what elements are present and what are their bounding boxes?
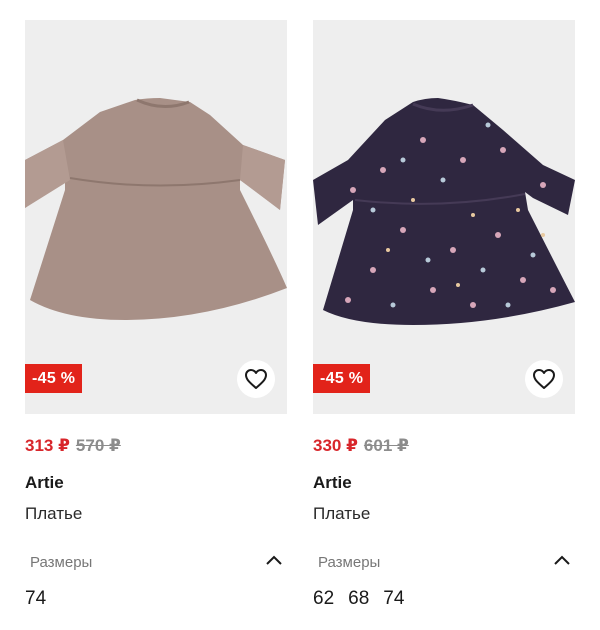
- product-type[interactable]: Платье: [313, 504, 370, 524]
- size-list: 62 68 74: [313, 588, 404, 610]
- chevron-up-icon: [266, 555, 282, 565]
- sizes-label: Размеры: [318, 554, 381, 571]
- sizes-label: Размеры: [30, 554, 93, 571]
- favorite-button[interactable]: [237, 360, 275, 398]
- product-photo[interactable]: -45 %: [25, 20, 287, 414]
- brand-name[interactable]: Artie: [25, 473, 64, 493]
- current-price: 330 ₽: [313, 436, 358, 455]
- old-price: 601 ₽: [363, 436, 409, 455]
- size-option[interactable]: 62: [313, 588, 334, 610]
- size-list: 74: [25, 588, 46, 610]
- price-row: 313 ₽ 570 ₽: [25, 436, 121, 456]
- discount-badge: -45 %: [313, 364, 371, 393]
- old-price: 570 ₽: [75, 436, 121, 455]
- product-card[interactable]: -45 % 313 ₽ 570 ₽ Artie Платье Размеры 74: [25, 20, 287, 609]
- dress-image: [25, 98, 287, 320]
- product-type[interactable]: Платье: [25, 504, 82, 524]
- heart-icon: [245, 369, 267, 389]
- current-price: 313 ₽: [25, 436, 70, 455]
- size-option[interactable]: 74: [25, 588, 46, 610]
- product-card[interactable]: -45 % 330 ₽ 601 ₽ Artie Платье Размеры 62…: [313, 20, 575, 609]
- heart-icon: [533, 369, 555, 389]
- price-row: 330 ₽ 601 ₽: [313, 436, 409, 456]
- discount-badge: -45 %: [25, 364, 83, 393]
- size-option[interactable]: 74: [383, 588, 404, 610]
- sizes-toggle[interactable]: Размеры: [313, 552, 575, 574]
- chevron-up-icon: [554, 555, 570, 565]
- size-option[interactable]: 68: [348, 588, 369, 610]
- product-photo[interactable]: -45 %: [313, 20, 575, 414]
- favorite-button[interactable]: [525, 360, 563, 398]
- sizes-toggle[interactable]: Размеры: [25, 552, 287, 574]
- brand-name[interactable]: Artie: [313, 473, 352, 493]
- dress-image: [313, 98, 575, 325]
